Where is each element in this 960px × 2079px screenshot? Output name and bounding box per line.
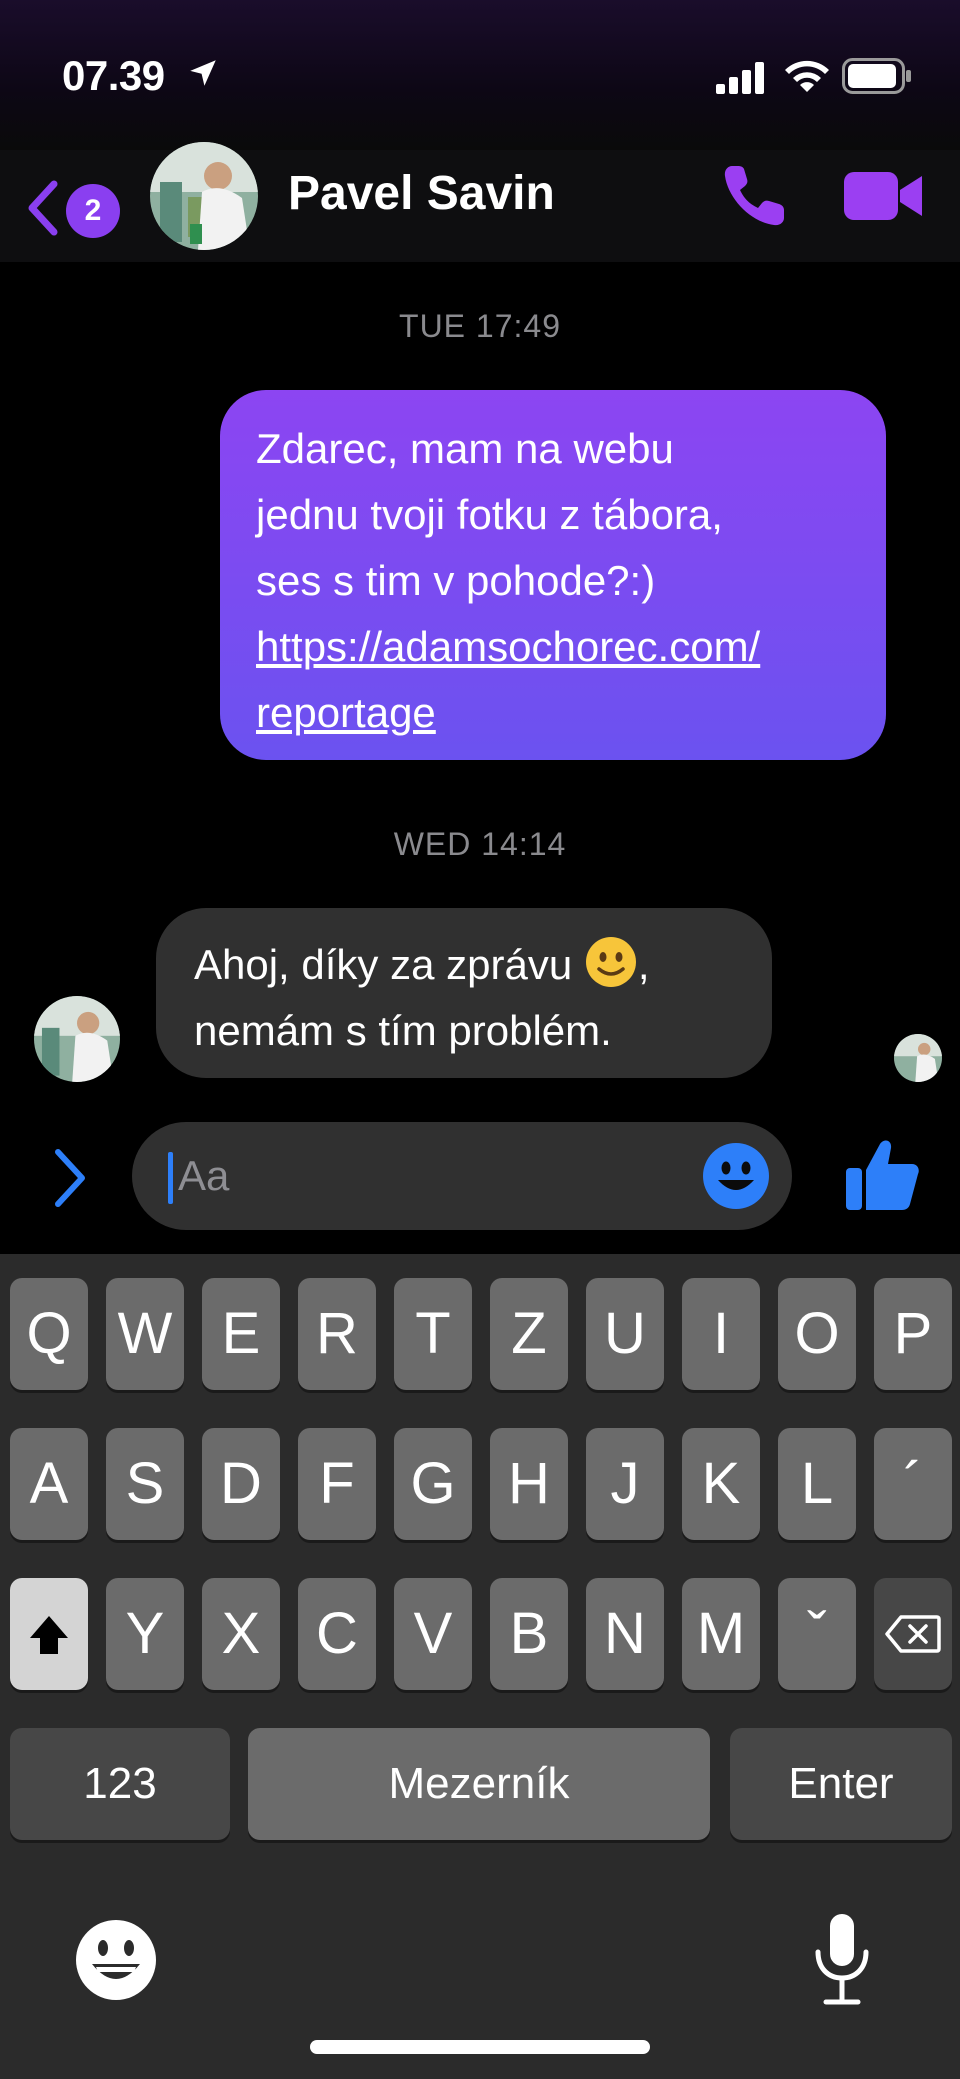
key-2[interactable]: S [106,1428,184,1540]
key-6[interactable]: N [586,1578,664,1690]
key-1[interactable]: A [10,1428,88,1540]
message-link[interactable]: https://adamsochorec.com/ [256,614,850,680]
contact-name[interactable]: Pavel Savin [288,166,555,221]
key-6[interactable]: Z [490,1278,568,1390]
message-text: nemám s tím problém. [194,1007,612,1054]
key-8[interactable]: K [682,1428,760,1540]
outgoing-message-bubble[interactable]: Zdarec, mam na webu jednu tvoji fotku z … [220,390,886,760]
key-5[interactable]: B [490,1578,568,1690]
wifi-icon [785,60,829,92]
sender-avatar[interactable] [34,996,120,1082]
key-8[interactable]: ˇ [778,1578,856,1690]
key-4[interactable]: R [298,1278,376,1390]
phone-icon[interactable] [718,160,790,232]
key-8[interactable]: I [682,1278,760,1390]
thumbs-up-icon[interactable] [844,1136,920,1212]
microphone-icon[interactable] [812,1912,872,2008]
back-chevron-icon [28,180,58,236]
key-5[interactable]: T [394,1278,472,1390]
key-10[interactable]: ´ [874,1428,952,1540]
timestamp: WED 14:14 [393,826,567,862]
message-text: ses s tim v pohode?:) [256,557,656,604]
home-indicator[interactable] [310,2040,650,2054]
backspace-icon [885,1615,941,1653]
input-placeholder: Aa [178,1152,230,1199]
key-9[interactable]: O [778,1278,856,1390]
key-3[interactable]: E [202,1278,280,1390]
text-caret [168,1152,173,1204]
video-call-icon[interactable] [842,166,924,226]
key-6[interactable]: H [490,1428,568,1540]
read-receipt-avatar [894,1034,942,1082]
key-7[interactable]: U [586,1278,664,1390]
shift-key[interactable] [10,1578,88,1690]
key-2[interactable]: W [106,1278,184,1390]
status-bar: 07.39 [0,0,960,150]
key-5[interactable]: G [394,1428,472,1540]
message-text: Zdarec, mam na webu [256,425,674,472]
message-text: jednu tvoji fotku z tábora, [256,491,723,538]
unread-badge: 2 [66,184,120,238]
back-button[interactable]: 2 [24,170,154,240]
slightly-smiling-face-icon [585,937,636,987]
contact-avatar[interactable] [150,142,258,250]
timestamp: TUE 17:49 [399,308,561,344]
key-1[interactable]: Y [106,1578,184,1690]
key-7[interactable]: M [682,1578,760,1690]
message-text: Ahoj, díky za zprávu [194,941,573,988]
status-time: 07.39 [62,52,165,99]
numbers-key[interactable]: 123 [10,1728,230,1840]
key-7[interactable]: J [586,1428,664,1540]
emoji-icon[interactable] [702,1142,770,1210]
message-link[interactable]: reportage [256,680,850,746]
key-3[interactable]: C [298,1578,376,1690]
key-4[interactable]: F [298,1428,376,1540]
shift-icon [30,1616,68,1654]
signal-icon [716,62,764,94]
key-3[interactable]: D [202,1428,280,1540]
message-input[interactable]: Aa [132,1122,792,1230]
expand-chevron-icon[interactable] [50,1148,90,1208]
battery-icon [842,58,911,94]
backspace-key[interactable] [874,1578,952,1690]
key-9[interactable]: L [778,1428,856,1540]
enter-key[interactable]: Enter [730,1728,952,1840]
keyboard-emoji-icon[interactable] [74,1918,158,2002]
key-1[interactable]: Q [10,1278,88,1390]
key-10[interactable]: P [874,1278,952,1390]
key-2[interactable]: X [202,1578,280,1690]
incoming-message-bubble[interactable]: Ahoj, díky za zprávu , nemám s tím probl… [156,908,772,1078]
key-4[interactable]: V [394,1578,472,1690]
space-key[interactable]: Mezerník [248,1728,710,1840]
location-arrow-icon [190,60,216,86]
message-text: , [637,941,650,988]
